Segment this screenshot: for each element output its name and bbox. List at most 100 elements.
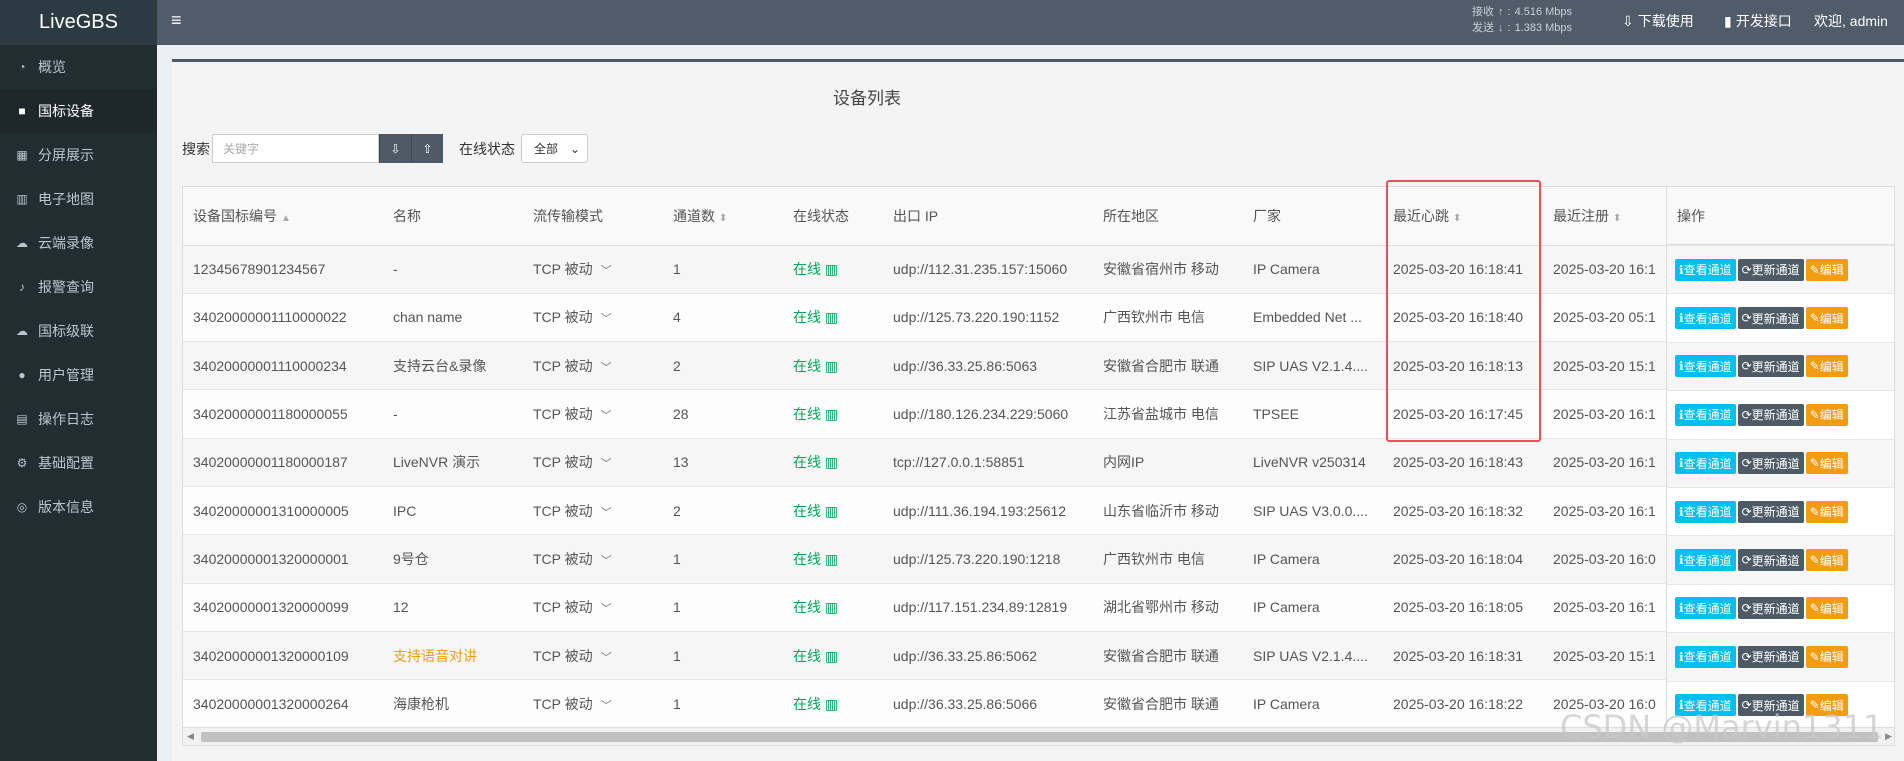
- col-transport-mode: 流传输模式: [523, 187, 663, 246]
- bar-chart-icon[interactable]: ▥: [825, 358, 838, 374]
- edit-button[interactable]: ✎ 编辑: [1805, 549, 1848, 572]
- online-status-cell: 在线 ▥: [783, 485, 883, 535]
- scroll-left-icon[interactable]: ◀: [187, 731, 194, 742]
- edit-button[interactable]: ✎ 编辑: [1805, 403, 1848, 426]
- actions-row: ℹ 查看通道 ⟳ 更新通道 ✎ 编辑: [1667, 535, 1894, 584]
- sidebar-item-config[interactable]: ⚙ 基础配置: [0, 441, 157, 485]
- update-channels-button[interactable]: ⟳ 更新通道: [1737, 403, 1804, 426]
- sidebar: LiveGBS ◔ 概览 ■ 国标设备 ▦ 分屏展示 ▥ 电子地图 ☁ 云端录像 ♪ 报警查…: [0, 0, 157, 761]
- bar-chart-icon[interactable]: ▥: [825, 503, 838, 519]
- transport-mode-cell[interactable]: TCP 被动 ﹀: [523, 534, 663, 584]
- bar-chart-icon[interactable]: ▥: [825, 648, 838, 664]
- actions-row: ℹ 查看通道 ⟳ 更新通道 ✎ 编辑: [1667, 438, 1894, 487]
- edit-button[interactable]: ✎ 编辑: [1805, 258, 1848, 281]
- sidebar-item-overview[interactable]: ◔ 概览: [0, 45, 157, 89]
- update-channels-button[interactable]: ⟳ 更新通道: [1737, 258, 1804, 281]
- users-icon: ●: [18, 368, 26, 382]
- sidebar-item-cloud-record[interactable]: ☁ 云端录像: [0, 221, 157, 265]
- view-channels-button[interactable]: ℹ 查看通道: [1675, 549, 1736, 572]
- download-link[interactable]: ⇩ 下载使用: [1622, 11, 1694, 31]
- table-row: 34020000001320000109 支持语音对讲 TCP 被动 ﹀ 1 在线 ▥ ud…: [183, 630, 1894, 680]
- update-channels-button[interactable]: ⟳ 更新通道: [1737, 452, 1804, 475]
- scroll-right-icon[interactable]: ▶: [1885, 731, 1892, 742]
- status-filter-select[interactable]: 全部 ⌄: [521, 134, 588, 163]
- channels-cell: 2: [663, 485, 783, 535]
- region-cell: 安徽省合肥市 联通: [1093, 341, 1243, 390]
- col-channels[interactable]: 通道数 ⬍: [663, 187, 783, 246]
- register-cell: 2025-03-20 15:1: [1543, 341, 1663, 390]
- col-device-id[interactable]: 设备国标编号 ▲: [183, 187, 383, 246]
- view-channels-button[interactable]: ℹ 查看通道: [1675, 403, 1736, 426]
- menu-toggle-icon[interactable]: ≡: [171, 10, 182, 31]
- bar-chart-icon[interactable]: ▥: [825, 309, 838, 325]
- bar-chart-icon[interactable]: ▥: [825, 696, 838, 712]
- transport-mode-cell[interactable]: TCP 被动 ﹀: [523, 341, 663, 390]
- bar-chart-icon[interactable]: ▥: [825, 551, 838, 567]
- sidebar-item-split-screen[interactable]: ▦ 分屏展示: [0, 133, 157, 177]
- sidebar-item-label: 报警查询: [38, 279, 94, 295]
- transport-mode-cell[interactable]: TCP 被动 ﹀: [523, 389, 663, 439]
- transport-mode-cell[interactable]: TCP 被动 ﹀: [523, 630, 663, 680]
- bar-chart-icon[interactable]: ▥: [825, 261, 838, 277]
- view-channels-button[interactable]: ℹ 查看通道: [1675, 500, 1736, 523]
- update-channels-button[interactable]: ⟳ 更新通道: [1737, 307, 1804, 330]
- transport-mode-cell[interactable]: TCP 被动 ﹀: [523, 437, 663, 487]
- actions-row: ℹ 查看通道 ⟳ 更新通道 ✎ 编辑: [1667, 486, 1894, 535]
- edit-button[interactable]: ✎ 编辑: [1805, 452, 1848, 475]
- transport-mode-cell[interactable]: TCP 被动 ﹀: [523, 582, 663, 632]
- update-channels-button[interactable]: ⟳ 更新通道: [1737, 597, 1804, 620]
- view-channels-button[interactable]: ℹ 查看通道: [1675, 307, 1736, 330]
- edit-button[interactable]: ✎ 编辑: [1805, 645, 1848, 668]
- region-cell: 江苏省盐城市 电信: [1093, 389, 1243, 439]
- chevron-down-icon: ﹀: [600, 361, 612, 374]
- app-logo[interactable]: LiveGBS: [0, 0, 157, 45]
- transport-mode-cell[interactable]: TCP 被动 ﹀: [523, 679, 663, 728]
- actions-column: 操作 ℹ 查看通道 ⟳ 更新通道 ✎ 编辑 ℹ 查看通道 ⟳ 更新通道 ✎ 编辑 ℹ 查看通道 ⟳ 更新…: [1666, 187, 1894, 729]
- top-header: ≡ 接收 ↑:4.516 Mbps 发送 ↓:1.383 Mbps ⇩ 下载使用 ▮ 开…: [157, 0, 1904, 45]
- sidebar-item-cascade[interactable]: ☁ 国标级联: [0, 309, 157, 353]
- device-id-cell: 34020000001180000187: [183, 437, 383, 487]
- transport-mode-cell[interactable]: TCP 被动 ﹀: [523, 292, 663, 342]
- col-last-register[interactable]: 最近注册 ⬍: [1543, 187, 1663, 246]
- update-channels-button[interactable]: ⟳ 更新通道: [1737, 355, 1804, 378]
- sidebar-item-label: 云端录像: [38, 235, 94, 251]
- bar-chart-icon[interactable]: ▥: [825, 406, 838, 422]
- bar-chart-icon[interactable]: ▥: [825, 454, 838, 470]
- sidebar-item-map[interactable]: ▥ 电子地图: [0, 177, 157, 221]
- api-link[interactable]: ▮ 开发接口: [1724, 11, 1792, 31]
- sidebar-item-alarm[interactable]: ♪ 报警查询: [0, 265, 157, 309]
- col-last-heartbeat[interactable]: 最近心跳 ⬍: [1383, 187, 1543, 246]
- toolbar: 搜索 关键字 ⇩ ⇧ 在线状态 全部 ⌄: [182, 134, 588, 163]
- transport-mode-cell[interactable]: TCP 被动 ﹀: [523, 244, 663, 294]
- transport-mode-cell[interactable]: TCP 被动 ﹀: [523, 485, 663, 535]
- device-id-cell: 34020000001180000055: [183, 389, 383, 439]
- chevron-down-icon: ﹀: [600, 458, 612, 471]
- bar-chart-icon[interactable]: ▥: [825, 599, 838, 615]
- sidebar-item-gb-devices[interactable]: ■ 国标设备: [0, 89, 157, 133]
- sidebar-item-users[interactable]: ● 用户管理: [0, 353, 157, 397]
- view-channels-button[interactable]: ℹ 查看通道: [1675, 645, 1736, 668]
- register-cell: 2025-03-20 16:1: [1543, 437, 1663, 487]
- table-row: 34020000001310000005 IPC TCP 被动 ﹀ 2 在线 ▥ udp:/…: [183, 485, 1894, 535]
- edit-button[interactable]: ✎ 编辑: [1805, 307, 1848, 330]
- actions-row: ℹ 查看通道 ⟳ 更新通道 ✎ 编辑: [1667, 293, 1894, 341]
- view-channels-button[interactable]: ℹ 查看通道: [1675, 258, 1736, 281]
- view-channels-button[interactable]: ℹ 查看通道: [1675, 452, 1736, 475]
- update-channels-button[interactable]: ⟳ 更新通道: [1737, 645, 1804, 668]
- export-button[interactable]: ⇩: [379, 134, 411, 163]
- search-input[interactable]: 关键字: [212, 134, 379, 163]
- update-channels-button[interactable]: ⟳ 更新通道: [1737, 500, 1804, 523]
- import-button[interactable]: ⇧: [411, 134, 443, 163]
- view-channels-button[interactable]: ℹ 查看通道: [1675, 597, 1736, 620]
- vendor-cell: IP Camera: [1243, 534, 1383, 584]
- online-status-cell: 在线 ▥: [783, 437, 883, 487]
- edit-button[interactable]: ✎ 编辑: [1805, 597, 1848, 620]
- view-channels-button[interactable]: ℹ 查看通道: [1675, 355, 1736, 378]
- sidebar-item-logs[interactable]: ▤ 操作日志: [0, 397, 157, 441]
- edit-button[interactable]: ✎ 编辑: [1805, 500, 1848, 523]
- edit-button[interactable]: ✎ 编辑: [1805, 355, 1848, 378]
- update-channels-button[interactable]: ⟳ 更新通道: [1737, 549, 1804, 572]
- user-menu[interactable]: 欢迎, admin: [1814, 11, 1888, 31]
- sidebar-item-version[interactable]: ◎ 版本信息: [0, 485, 157, 529]
- register-cell: 2025-03-20 16:0: [1543, 534, 1663, 584]
